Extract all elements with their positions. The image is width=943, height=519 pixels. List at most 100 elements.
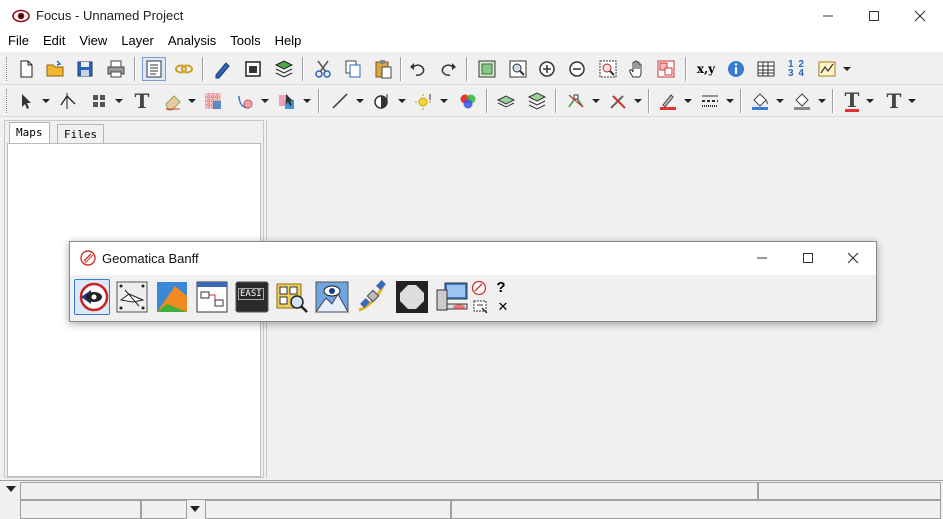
outline-color-dropdown-icon[interactable] [818, 99, 826, 103]
menu-tools[interactable]: Tools [224, 32, 266, 52]
banff-settings-button[interactable] [470, 279, 488, 297]
chip-manager-launch-button[interactable] [274, 279, 310, 315]
view-frame-button[interactable] [241, 57, 265, 81]
line-tool-button[interactable] [328, 89, 352, 113]
tools-dropdown-icon[interactable] [634, 99, 642, 103]
link-button[interactable] [172, 57, 196, 81]
zoom-extent-button[interactable] [475, 57, 499, 81]
zoom-out-button[interactable] [565, 57, 589, 81]
sun-light-button[interactable] [412, 89, 436, 113]
status-dropdown-icon[interactable] [190, 505, 200, 513]
layers-button[interactable] [272, 57, 296, 81]
fullscreen-launch-button[interactable] [394, 279, 430, 315]
zoom-window-button[interactable] [506, 57, 530, 81]
point-tool-button[interactable] [370, 89, 394, 113]
pan-hand-button[interactable] [625, 57, 649, 81]
banff-exit-button[interactable]: ✕ [494, 298, 512, 316]
sun-dropdown-icon[interactable] [440, 99, 448, 103]
font-text-button[interactable]: T [840, 89, 864, 113]
flow-launch-button[interactable] [194, 279, 230, 315]
paste-button[interactable] [371, 57, 395, 81]
orthoengine-launch-button[interactable] [114, 279, 150, 315]
fill-dropdown-icon[interactable] [261, 99, 269, 103]
license-server-launch-button[interactable] [434, 279, 470, 315]
chart-dropdown-icon[interactable] [843, 67, 851, 71]
line-dropdown-icon[interactable] [356, 99, 364, 103]
font-text-2-button[interactable]: T [882, 89, 906, 113]
fill-shape-button[interactable] [233, 89, 257, 113]
grid-dropdown-icon[interactable] [115, 99, 123, 103]
numbered-list-button[interactable]: 1 2 3 4 [784, 57, 808, 81]
rgb-color-button[interactable] [456, 89, 480, 113]
banff-maximize-button[interactable] [785, 242, 831, 274]
cut-button[interactable] [311, 57, 335, 81]
easi-launch-button[interactable]: EASI [234, 279, 270, 315]
menu-file[interactable]: File [2, 32, 35, 52]
arrow-select-dropdown-icon[interactable] [303, 99, 311, 103]
save-button[interactable] [73, 57, 97, 81]
layer-stack-button[interactable] [494, 89, 518, 113]
redo-button[interactable] [436, 57, 460, 81]
raster-grid-button[interactable] [201, 89, 225, 113]
text-tool-button[interactable]: T [130, 89, 154, 113]
menu-layer[interactable]: Layer [115, 32, 160, 52]
toolbar-grip-2[interactable] [6, 89, 9, 113]
vector-edit-dropdown-icon[interactable] [592, 99, 600, 103]
project-tree-button[interactable] [142, 57, 166, 81]
copy-button[interactable] [341, 57, 365, 81]
overview-button[interactable] [654, 57, 678, 81]
attribute-table-button[interactable] [754, 57, 778, 81]
erase-dropdown-icon[interactable] [188, 99, 196, 103]
menu-view[interactable]: View [73, 32, 113, 52]
font-text-dropdown-icon[interactable] [866, 99, 874, 103]
new-file-button[interactable] [14, 57, 38, 81]
tab-maps[interactable]: Maps [9, 122, 50, 144]
print-button[interactable] [104, 57, 128, 81]
pointer-dropdown-icon[interactable] [42, 99, 50, 103]
paint-erase-button[interactable] [161, 89, 185, 113]
vertex-edit-button[interactable] [56, 89, 80, 113]
satellite-launch-button[interactable] [354, 279, 390, 315]
modeler-launch-button[interactable] [154, 279, 190, 315]
vector-edit-button[interactable] [564, 89, 588, 113]
point-dropdown-icon[interactable] [398, 99, 406, 103]
banff-customize-button[interactable] [472, 298, 490, 316]
maximize-button[interactable] [851, 0, 897, 32]
arrow-select-button[interactable] [275, 89, 299, 113]
outline-color-button[interactable] [790, 89, 814, 113]
banff-minimize-button[interactable] [739, 242, 785, 274]
line-style-button[interactable] [698, 89, 722, 113]
select-pointer-button[interactable] [14, 89, 38, 113]
open-folder-button[interactable] [43, 57, 67, 81]
image-viewer-launch-button[interactable] [314, 279, 350, 315]
minimize-button[interactable] [805, 0, 851, 32]
menu-edit[interactable]: Edit [37, 32, 71, 52]
tab-files[interactable]: Files [57, 124, 105, 144]
chart-button[interactable] [815, 57, 839, 81]
pen-color-button[interactable] [656, 89, 680, 113]
status-expand-icon[interactable] [6, 485, 16, 493]
toolbar-grip[interactable] [6, 57, 9, 81]
undo-button[interactable] [406, 57, 430, 81]
zoom-select-button[interactable] [596, 57, 620, 81]
close-button[interactable] [897, 0, 943, 32]
fill-color-dropdown-icon[interactable] [776, 99, 784, 103]
line-style-dropdown-icon[interactable] [726, 99, 734, 103]
zoom-in-button[interactable] [535, 57, 559, 81]
layer-stack-2-button[interactable] [525, 89, 549, 113]
pen-color-dropdown-icon[interactable] [684, 99, 692, 103]
focus-launch-button[interactable] [74, 279, 110, 315]
menu-analysis[interactable]: Analysis [162, 32, 222, 52]
edit-layer-button[interactable] [210, 57, 234, 81]
paint-erase-icon [165, 95, 181, 111]
status-cell-4 [451, 500, 941, 519]
grid-button[interactable] [87, 89, 111, 113]
font-text-2-dropdown-icon[interactable] [908, 99, 916, 103]
xy-coordinate-button[interactable]: x,y [694, 57, 718, 81]
banff-close-button[interactable] [830, 242, 876, 274]
fill-color-button[interactable] [748, 89, 772, 113]
banff-help-button[interactable]: ? [492, 278, 510, 296]
tools-button[interactable] [606, 89, 630, 113]
info-button[interactable] [724, 57, 748, 81]
menu-help[interactable]: Help [269, 32, 308, 52]
